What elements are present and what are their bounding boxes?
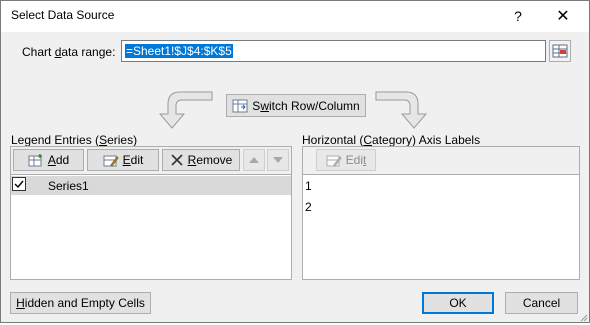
chart-data-range-input[interactable]: =Sheet1!$J$4:$K$5: [121, 40, 546, 62]
move-up-button[interactable]: [243, 149, 265, 171]
remove-label: Remove: [188, 153, 233, 167]
label-accelerator: t: [363, 153, 367, 167]
label-accelerator: w: [260, 98, 269, 113]
series-label: Series1: [48, 179, 89, 193]
label-part: dit: [130, 153, 144, 167]
close-button[interactable]: ✕: [540, 2, 586, 31]
axis-label-item[interactable]: 1: [305, 179, 312, 193]
edit-axis-labels-button[interactable]: Edit: [316, 149, 376, 171]
label-part: Legend Entries (: [11, 133, 100, 147]
triangle-down-icon: [273, 157, 283, 163]
label-part: itch Row/Column: [268, 98, 360, 113]
collapse-dialog-button[interactable]: [549, 40, 571, 62]
switch-label: Switch Row/Column: [252, 99, 359, 113]
cancel-button[interactable]: Cancel: [505, 292, 578, 314]
edit-table-icon: [326, 155, 342, 167]
help-button[interactable]: ?: [496, 2, 540, 31]
range-select-icon: [552, 44, 568, 58]
add-label: Add: [48, 153, 69, 167]
label-accelerator: H: [16, 296, 25, 310]
add-table-icon: [28, 154, 42, 167]
label-accelerator: A: [47, 153, 56, 167]
switch-arrow-left-icon: [150, 88, 220, 130]
label-part: Chart: [22, 45, 55, 59]
label-part: eries): [107, 133, 138, 147]
remove-series-button[interactable]: Remove: [162, 149, 240, 171]
axis-labels-list: [302, 174, 580, 280]
switch-row-column-button[interactable]: Switch Row/Column: [226, 94, 366, 117]
label-part: dd: [55, 153, 70, 167]
axis-labels-title: Horizontal (Category) Axis Labels: [302, 133, 480, 147]
resize-grip-icon[interactable]: [578, 311, 588, 322]
axis-edit-label: Edit: [346, 153, 367, 167]
triangle-up-icon: [249, 157, 259, 163]
add-series-button[interactable]: Add: [13, 149, 84, 171]
hidden-and-empty-cells-button[interactable]: Hidden and Empty Cells: [10, 292, 151, 314]
move-down-button[interactable]: [267, 149, 289, 171]
hidden-label: Hidden and Empty Cells: [16, 296, 145, 310]
series-checkbox[interactable]: [12, 177, 26, 191]
edit-label: Edit: [123, 153, 144, 167]
axis-label-item[interactable]: 2: [305, 200, 312, 214]
label-part: Edi: [345, 153, 363, 167]
label-part: Horizontal (: [302, 133, 364, 147]
checkmark-icon: [14, 180, 24, 189]
remove-x-icon: [171, 154, 183, 166]
dialog-title: Select Data Source: [11, 8, 115, 22]
chart-data-range-label: Chart data range:: [22, 45, 115, 59]
label-accelerator: R: [187, 153, 197, 167]
switch-row-column-icon: [232, 99, 248, 112]
label-part: emove: [196, 153, 233, 167]
label-part: ata range:: [61, 45, 116, 59]
label-part: ategory) Axis Labels: [372, 133, 481, 147]
legend-entries-title: Legend Entries (Series): [11, 133, 137, 147]
edit-table-icon: [103, 155, 119, 167]
ok-button[interactable]: OK: [422, 292, 494, 314]
label-part: idden and Empty Cells: [24, 296, 145, 310]
chart-data-range-value: =Sheet1!$J$4:$K$5: [125, 44, 233, 58]
edit-series-button[interactable]: Edit: [87, 149, 159, 171]
label-accelerator: C: [363, 133, 373, 147]
label-accelerator: E: [122, 153, 131, 167]
label-accelerator: S: [99, 133, 108, 147]
switch-arrow-right-icon: [372, 88, 434, 130]
